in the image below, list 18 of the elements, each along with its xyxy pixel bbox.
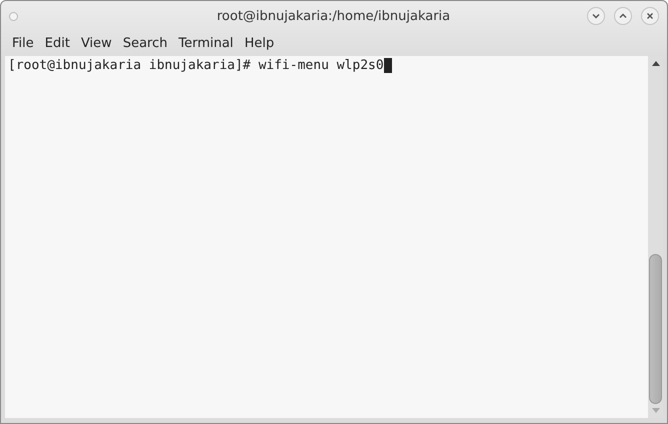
menu-item[interactable]: Help <box>239 36 280 51</box>
close-icon <box>646 12 654 20</box>
chevron-up-icon <box>619 13 627 19</box>
menu-item[interactable]: File <box>7 36 39 51</box>
maximize-button[interactable] <box>614 7 632 25</box>
scrollbar-thumb[interactable] <box>649 254 662 404</box>
terminal-area[interactable]: [root@ibnujakaria ibnujakaria]# wifi-menu wlp2s0 <box>5 56 648 418</box>
menu-item[interactable]: View <box>76 36 117 51</box>
text-cursor <box>384 58 392 73</box>
chevron-down-icon <box>592 13 600 19</box>
menu-item[interactable]: Search <box>118 36 172 51</box>
terminal-line: [root@ibnujakaria ibnujakaria]# wifi-menu wlp2s0 <box>8 58 384 73</box>
menu-item[interactable]: Terminal <box>173 36 238 51</box>
scroll-up-icon[interactable] <box>652 61 660 66</box>
close-button[interactable] <box>641 7 659 25</box>
menu-item[interactable]: Edit <box>40 36 75 51</box>
window-title: root@ibnujakaria:/home/ibnujakaria <box>216 8 452 24</box>
minimize-button[interactable] <box>587 7 605 25</box>
